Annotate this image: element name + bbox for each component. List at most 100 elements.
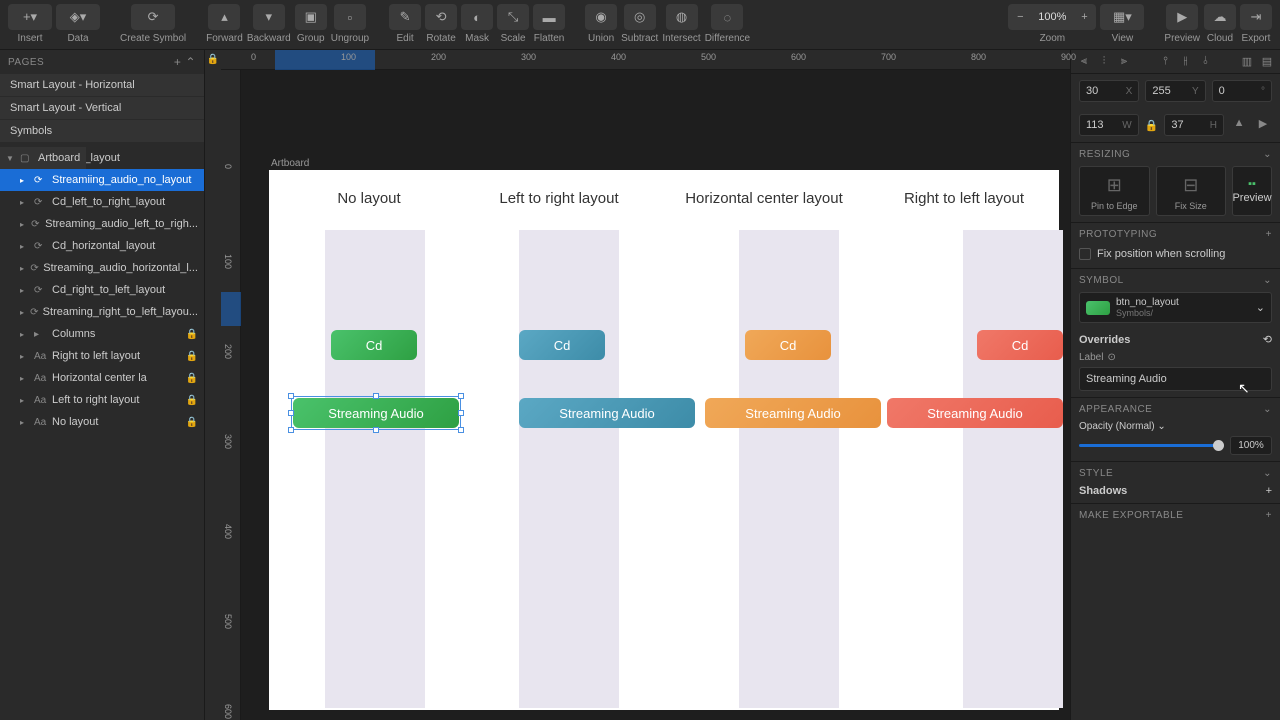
layer-item[interactable]: ▸⟳Cd_right_to_left_layout: [0, 279, 204, 301]
preview-button[interactable]: ▶: [1166, 4, 1198, 30]
rotate-button[interactable]: ⟲: [425, 4, 457, 30]
page-item[interactable]: Smart Layout - Horizontal: [0, 74, 204, 96]
rotation-input[interactable]: 0°: [1212, 80, 1272, 102]
page-item[interactable]: Symbols: [0, 120, 204, 142]
cloud-button[interactable]: ☁: [1204, 4, 1236, 30]
lock-ratio-icon[interactable]: 🔒: [1145, 114, 1159, 136]
dist-v-icon[interactable]: ▤: [1258, 53, 1276, 71]
intersect-button[interactable]: ◍: [666, 4, 698, 30]
union-button[interactable]: ◉: [585, 4, 617, 30]
scale-button[interactable]: ⤡: [497, 4, 529, 30]
backward-button[interactable]: ▾: [253, 4, 285, 30]
align-center-icon[interactable]: ⫶: [1095, 53, 1113, 71]
ruler-horizontal: 0100200300400500600700800900: [221, 50, 1070, 70]
align-bottom-icon[interactable]: ⫰: [1197, 53, 1215, 71]
layer-item[interactable]: ▸AaNo layout🔒: [0, 411, 204, 433]
streaming-button[interactable]: Streaming Audio: [705, 398, 881, 428]
symbol-header: SYMBOL: [1079, 275, 1124, 286]
dist-h-icon[interactable]: ▥: [1238, 53, 1256, 71]
cd-button[interactable]: Cd: [519, 330, 605, 360]
add-shadow-icon[interactable]: +: [1266, 485, 1272, 497]
edit-button[interactable]: ✎: [389, 4, 421, 30]
width-input[interactable]: 113W: [1079, 114, 1139, 136]
layer-item[interactable]: ▸⟳Streaming_right_to_left_layou...: [0, 301, 204, 323]
backward-label: Backward: [247, 33, 291, 44]
collapse-pages-icon[interactable]: ⌃: [185, 55, 196, 69]
col-title: No layout: [309, 190, 429, 207]
symbol-selector[interactable]: btn_no_layoutSymbols/ ⌄: [1079, 292, 1272, 323]
create-symbol-button[interactable]: ⟳: [131, 4, 175, 30]
streaming-button[interactable]: Streaming Audio: [519, 398, 695, 428]
zoom-value[interactable]: 100%: [1032, 11, 1072, 23]
page-item[interactable]: Smart Layout - Vertical: [0, 97, 204, 119]
link-icon[interactable]: ⊙: [1107, 352, 1115, 363]
group-button[interactable]: ▣: [295, 4, 327, 30]
align-middle-icon[interactable]: ⫲: [1177, 53, 1195, 71]
shadows-header: Shadows: [1079, 485, 1127, 497]
lock-ruler-icon[interactable]: 🔒: [207, 54, 219, 65]
y-input[interactable]: 255Y: [1145, 80, 1205, 102]
height-input[interactable]: 37H: [1164, 114, 1224, 136]
scale-label: Scale: [501, 33, 526, 44]
layer-artboard[interactable]: ▼▢Artboard: [0, 147, 86, 169]
subtract-button[interactable]: ◎: [624, 4, 656, 30]
view-button[interactable]: ▦▾: [1100, 4, 1144, 30]
opacity-slider[interactable]: [1079, 444, 1224, 447]
artboard-name: Artboard: [38, 152, 80, 164]
flip-v-icon[interactable]: ▶: [1254, 114, 1272, 132]
fix-size-button[interactable]: ⊟Fix Size: [1156, 166, 1227, 216]
difference-button[interactable]: ◌: [711, 4, 743, 30]
cd-button[interactable]: Cd: [745, 330, 831, 360]
symbol-thumbnail: [1086, 301, 1110, 315]
collapse-icon[interactable]: ⌄: [1263, 404, 1272, 415]
layer-item[interactable]: ▸▸Columns🔒: [0, 323, 204, 345]
layer-item[interactable]: ▸AaHorizontal center la🔒: [0, 367, 204, 389]
flatten-button[interactable]: ▬: [533, 4, 565, 30]
pages-header: PAGES: [8, 57, 44, 68]
override-input[interactable]: Streaming Audio: [1079, 367, 1272, 391]
data-button[interactable]: ◈▾: [56, 4, 100, 30]
cd-button[interactable]: Cd: [331, 330, 417, 360]
pin-edge-button[interactable]: ⊞Pin to Edge: [1079, 166, 1150, 216]
canvas-area[interactable]: 🔒 0100200300400500600700800900 010020030…: [205, 50, 1070, 720]
layer-item[interactable]: ▸AaLeft to right layout🔒: [0, 389, 204, 411]
streaming-button[interactable]: Streaming Audio: [887, 398, 1063, 428]
ungroup-button[interactable]: ▫: [334, 4, 366, 30]
zoom-in-button[interactable]: +: [1072, 4, 1096, 30]
layer-item[interactable]: ▸⟳Streamiing_audio_no_layout: [0, 169, 204, 191]
reset-overrides-icon[interactable]: ⟲: [1263, 333, 1272, 346]
add-export-icon[interactable]: +: [1266, 510, 1272, 521]
canvas[interactable]: Artboard No layout Left to right layout …: [241, 70, 1070, 720]
difference-label: Difference: [705, 33, 750, 44]
collapse-icon[interactable]: ⌄: [1263, 149, 1272, 160]
col-title: Right to left layout: [879, 190, 1049, 207]
collapse-icon[interactable]: ⌄: [1263, 468, 1272, 479]
align-right-icon[interactable]: ⫸: [1115, 53, 1133, 71]
selection-box: [291, 396, 461, 430]
cd-button[interactable]: Cd: [977, 330, 1063, 360]
artboard-label[interactable]: Artboard: [271, 158, 309, 169]
fix-scroll-checkbox[interactable]: [1079, 248, 1091, 260]
x-input[interactable]: 30X: [1079, 80, 1139, 102]
opacity-dropdown-icon[interactable]: ⌄: [1157, 421, 1165, 432]
collapse-icon[interactable]: ⌄: [1263, 275, 1272, 286]
align-top-icon[interactable]: ⫯: [1157, 53, 1175, 71]
insert-button[interactable]: +▾: [8, 4, 52, 30]
align-left-icon[interactable]: ⫷: [1075, 53, 1093, 71]
flip-h-icon[interactable]: ▲: [1230, 114, 1248, 132]
export-button[interactable]: ⇥: [1240, 4, 1272, 30]
zoom-out-button[interactable]: −: [1008, 4, 1032, 30]
layer-item[interactable]: ▸⟳Streaming_audio_left_to_righ...: [0, 213, 204, 235]
symbol-path: Symbols/: [1116, 308, 1250, 318]
layer-item[interactable]: ▸⟳Streaming_audio_horizontal_l...: [0, 257, 204, 279]
mask-button[interactable]: ◐: [461, 4, 493, 30]
artboard[interactable]: No layout Left to right layout Horizonta…: [269, 170, 1059, 710]
layer-item[interactable]: ▸AaRight to left layout🔒: [0, 345, 204, 367]
add-page-icon[interactable]: +: [174, 55, 182, 69]
flatten-label: Flatten: [534, 33, 565, 44]
layer-item[interactable]: ▸⟳Cd_left_to_right_layout: [0, 191, 204, 213]
opacity-value[interactable]: 100%: [1230, 436, 1272, 455]
forward-button[interactable]: ▴: [208, 4, 240, 30]
layer-item[interactable]: ▸⟳Cd_horizontal_layout: [0, 235, 204, 257]
add-prototype-icon[interactable]: +: [1266, 229, 1272, 240]
